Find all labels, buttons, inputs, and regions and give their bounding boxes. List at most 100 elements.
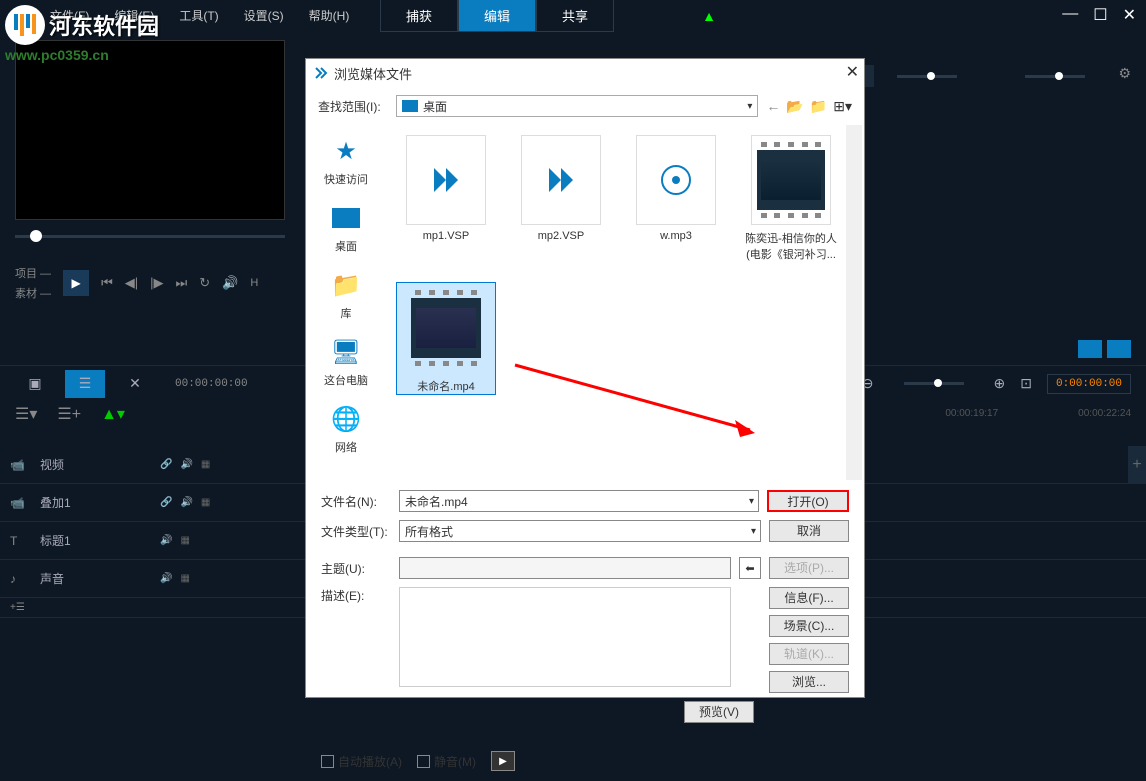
settings-icon[interactable]: ⚙ (1118, 65, 1131, 87)
loop-icon[interactable]: ↻ (199, 275, 210, 291)
dialog-close-button[interactable]: ✕ (846, 62, 859, 82)
menu-settings[interactable]: 设置(S) (244, 7, 284, 24)
filetype-label: 文件类型(T): (321, 523, 391, 540)
fit-icon[interactable]: ⊡ (1020, 375, 1032, 392)
up-folder-icon[interactable]: 📂 (786, 98, 803, 115)
add-track-icon[interactable]: +☰ (10, 602, 25, 613)
track-fx-icon[interactable]: ▦ (201, 459, 210, 470)
tab-capture[interactable]: 捕获 (380, 0, 458, 32)
desktop-icon (330, 202, 362, 234)
back-icon[interactable]: ← (766, 98, 780, 115)
scrollbar[interactable] (846, 125, 862, 480)
sidebar-network[interactable]: 🌐 网络 (311, 403, 381, 455)
track-mute-icon[interactable]: 🔊 (180, 459, 192, 470)
file-item[interactable]: w.mp3 (626, 135, 726, 262)
track-fx-icon[interactable]: ▦ (180, 535, 189, 546)
sidebar-quickaccess[interactable]: ★ 快速访问 (311, 135, 381, 187)
annotation-arrow (510, 355, 770, 460)
zoom-in-icon[interactable]: ⊕ (994, 375, 1006, 392)
options-button[interactable]: 选项(P)... (769, 557, 849, 579)
chevron-down-icon: ▾ (747, 101, 752, 112)
video-track-icon: 📹 (10, 458, 30, 472)
sidebar-desktop[interactable]: 桌面 (311, 202, 381, 254)
file-item[interactable]: mp1.VSP (396, 135, 496, 262)
new-folder-icon[interactable]: 📁 (810, 98, 827, 115)
tl-tools-tab[interactable]: ✕ (115, 370, 155, 398)
chevron-down-icon: ▾ (749, 496, 754, 507)
zoom-slider-2[interactable] (1025, 75, 1085, 78)
maximize-button[interactable]: ☐ (1093, 5, 1107, 25)
upload-icon[interactable]: ▲ (702, 8, 716, 24)
tab-edit[interactable]: 编辑 (458, 0, 536, 32)
menu-tools[interactable]: 工具(T) (179, 7, 218, 24)
filetype-dropdown[interactable]: 所有格式 ▾ (399, 520, 761, 542)
track-fx-icon[interactable]: ▦ (180, 573, 189, 584)
tab-share[interactable]: 共享 (536, 0, 614, 32)
tl-storyboard-tab[interactable]: ▣ (15, 370, 55, 398)
file-item[interactable]: 陈奕迅-相信你的人(电影《银河补习... (741, 135, 841, 262)
skip-end-icon[interactable]: ⏭ (176, 275, 188, 291)
cancel-button[interactable]: 取消 (769, 520, 849, 542)
subject-label: 主题(U): (321, 560, 391, 577)
desc-textarea[interactable] (399, 587, 731, 687)
scene-button[interactable]: 场景(C)... (769, 615, 849, 637)
play-button[interactable]: ▶ (63, 270, 89, 296)
title-track-icon: T (10, 534, 30, 548)
zoom-slider[interactable] (897, 75, 957, 78)
hd-label[interactable]: H (250, 277, 258, 289)
file-item-selected[interactable]: 未命名.mp4 (396, 282, 496, 395)
tl-marker-icon[interactable]: ▲▾ (101, 404, 125, 424)
sidebar-library[interactable]: 📁 库 (311, 269, 381, 321)
track-fx-icon[interactable]: ▦ (201, 497, 210, 508)
audio-track-icon: ♪ (10, 572, 30, 586)
step-back-icon[interactable]: ◀| (125, 275, 138, 291)
menu-help[interactable]: 帮助(H) (309, 7, 350, 24)
track-link-icon[interactable]: 🔗 (160, 497, 172, 508)
close-button[interactable]: ✕ (1123, 5, 1136, 25)
dialog-sidebar: ★ 快速访问 桌面 📁 库 🖥 这台电脑 🌐 网络 (306, 125, 386, 480)
network-icon: 🌐 (330, 403, 362, 435)
step-forward-icon[interactable]: |▶ (150, 275, 163, 291)
preview-button[interactable]: 预览(V) (684, 701, 754, 723)
tl-view-2[interactable] (1107, 340, 1131, 358)
tl-zoom-slider[interactable] (904, 382, 964, 385)
tl-ruler-mark-1: 00:00:19:17 (945, 408, 998, 419)
track-mute-icon[interactable]: 🔊 (180, 497, 192, 508)
tl-add-icon[interactable]: ☰▾ (15, 404, 37, 424)
tl-ruler-mark-2: 00:00:22:24 (1078, 408, 1131, 419)
open-button[interactable]: 打开(O) (767, 490, 849, 512)
dialog-title-bar[interactable]: 浏览媒体文件 ✕ (306, 59, 864, 87)
tl-time-start: 00:00:00:00 (175, 378, 248, 390)
subject-go-button[interactable]: ⬅ (739, 557, 761, 579)
skip-start-icon[interactable]: ⏮ (101, 275, 113, 291)
minimize-button[interactable]: — (1062, 5, 1078, 25)
preview-play-button[interactable]: ▶ (491, 751, 515, 771)
preview-slider[interactable] (15, 235, 305, 250)
filename-input[interactable]: 未命名.mp4 ▾ (399, 490, 759, 512)
sidebar-computer[interactable]: 🖥 这台电脑 (311, 336, 381, 388)
file-item[interactable]: mp2.VSP (511, 135, 611, 262)
preview-video[interactable] (15, 40, 285, 220)
computer-icon: 🖥 (330, 336, 362, 368)
lookup-dropdown[interactable]: 桌面 ▾ (396, 95, 758, 117)
track-mute-icon[interactable]: 🔊 (160, 573, 172, 584)
mute-checkbox[interactable]: 静音(M) (417, 753, 476, 770)
track-link-icon[interactable]: 🔗 (160, 459, 172, 470)
volume-icon[interactable]: 🔊 (222, 275, 238, 291)
info-button[interactable]: 信息(F)... (769, 587, 849, 609)
view-menu-icon[interactable]: ⊞▾ (833, 98, 852, 115)
tl-view-1[interactable] (1078, 340, 1102, 358)
tl-timeline-tab[interactable]: ☰ (65, 370, 105, 398)
track-add-right[interactable]: + (1128, 446, 1146, 484)
chevron-down-icon: ▾ (751, 526, 756, 537)
watermark: 河东软件园 www.pc0359.cn (5, 5, 159, 63)
folder-icon: 📁 (330, 269, 362, 301)
subject-input[interactable] (399, 557, 731, 579)
autoplay-checkbox[interactable]: 自动播放(A) (321, 753, 402, 770)
desc-label: 描述(E): (321, 587, 391, 604)
track-button[interactable]: 轨道(K)... (769, 643, 849, 665)
tl-add-track-icon[interactable]: ☰+ (57, 404, 81, 424)
track-mute-icon[interactable]: 🔊 (160, 535, 172, 546)
timeline-view-buttons (1078, 340, 1131, 358)
browse-button[interactable]: 浏览... (769, 671, 849, 693)
